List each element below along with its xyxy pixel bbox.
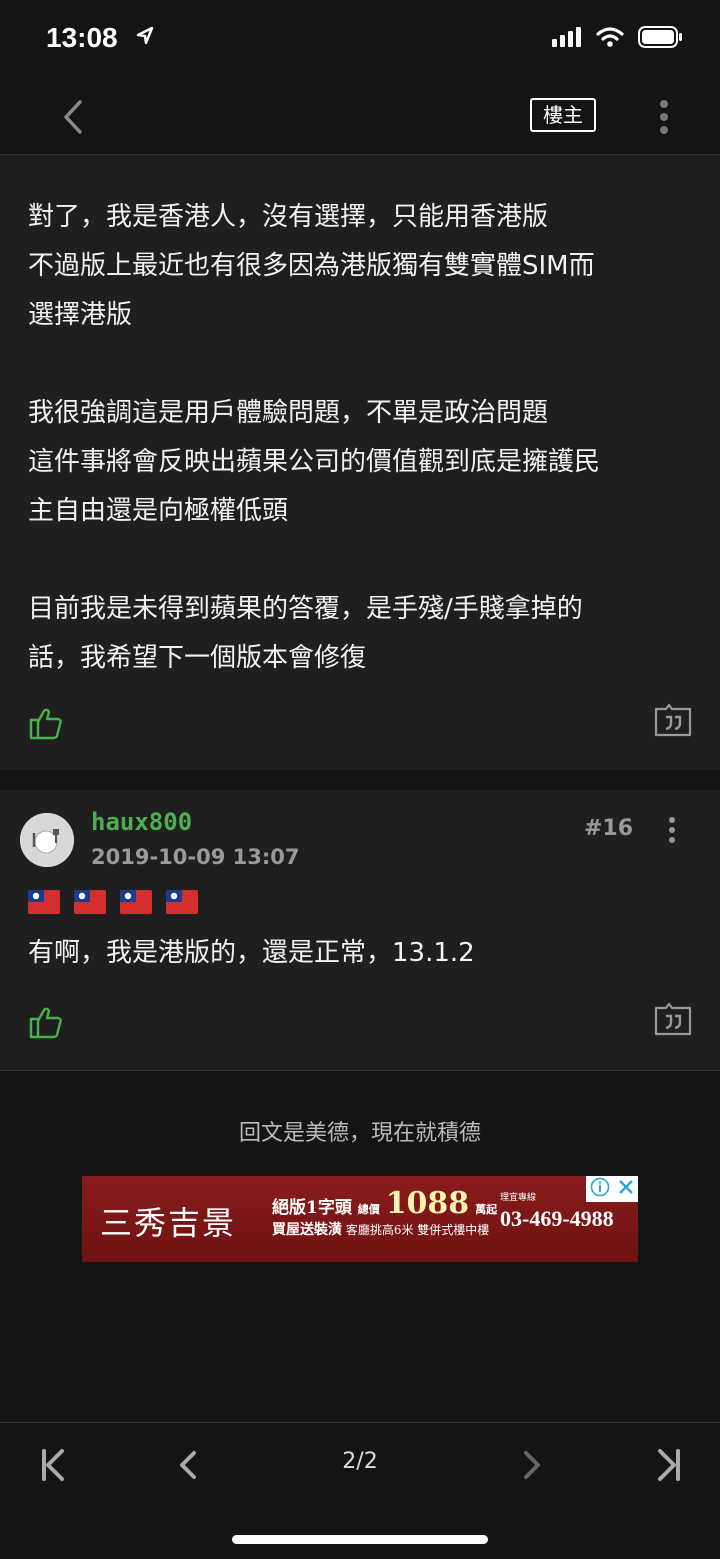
next-page-icon[interactable] [512, 1445, 552, 1485]
back-icon[interactable] [58, 98, 88, 136]
post-line: 這件事將會反映出蘋果公司的價值觀到底是擁護民 [28, 447, 601, 477]
ad-price-label: 總價 [357, 1203, 380, 1216]
taiwan-flag-icon [166, 890, 198, 914]
username[interactable]: haux800 [91, 808, 192, 836]
status-icons [552, 26, 684, 52]
ad-info-icon[interactable] [590, 1177, 610, 1201]
last-page-icon[interactable] [648, 1445, 688, 1485]
ad-small-label: 理宜專線 [500, 1193, 537, 1203]
ad-tagline: 絕版1字頭 [272, 1198, 352, 1218]
taiwan-flag-icon [28, 890, 60, 914]
avatar[interactable] [20, 813, 74, 867]
ad-tagline: 買屋送裝潢 [272, 1222, 342, 1238]
post-date: 2019-10-09 13:07 [91, 845, 300, 869]
post-line: 對了，我是香港人，沒有選擇，只能用香港版 [28, 202, 549, 232]
battery-icon [638, 26, 684, 52]
quote-reply-icon[interactable] [654, 1002, 692, 1036]
taiwan-flag-icon [74, 890, 106, 914]
ad-controls [586, 1176, 638, 1202]
ad-phone: 03-469-4988 [500, 1206, 614, 1231]
ad-subtext: 客廳挑高6米 [345, 1223, 414, 1237]
nav-bar: 樓主 [0, 80, 720, 155]
reply-encourage-text: 回文是美德，現在就積德 [238, 1121, 481, 1146]
post-line: 話，我希望下一個版本會修復 [28, 643, 367, 673]
pagination-bar: 2/2 [0, 1422, 720, 1559]
location-arrow-icon [136, 26, 154, 50]
floor-number: #16 [584, 816, 634, 841]
post-line [28, 340, 698, 389]
first-page-icon[interactable] [34, 1445, 74, 1485]
page-indicator: 2/2 [342, 1449, 378, 1474]
post-line: 目前我是未得到蘋果的答覆，是手殘/手賤拿掉的 [28, 594, 583, 624]
more-options-icon[interactable] [652, 98, 676, 138]
home-indicator[interactable] [232, 1535, 488, 1544]
ad-banner[interactable]: 三秀吉景 絕版1字頭 總價 1088 萬起 買屋送裝潢 客廳挑高6米 雙併式樓中… [82, 1176, 638, 1262]
ad-brand: 三秀吉景 [100, 1204, 237, 1242]
like-thumb-icon[interactable] [28, 1004, 64, 1040]
wifi-icon [596, 27, 624, 51]
post-line: 主自由還是向極權低頭 [28, 496, 289, 526]
flag-emoji-row [28, 890, 198, 914]
ad-subtext: 雙併式樓中樓 [417, 1223, 490, 1237]
post-line: 不過版上最近也有很多因為港版獨有雙實體SIM而 [28, 251, 595, 281]
status-time: 13:08 [46, 22, 118, 53]
like-thumb-icon[interactable] [28, 705, 64, 741]
op-only-button[interactable]: 樓主 [530, 98, 596, 132]
post-body: 對了，我是香港人，沒有選擇，只能用香港版 不過版上最近也有很多因為港版獨有雙實體… [28, 193, 698, 683]
post-line: 選擇港版 [28, 300, 133, 330]
post-divider [0, 770, 720, 790]
post-card: haux800 2019-10-09 13:07 #16 有啊，我是港版的，還是… [0, 790, 720, 1071]
post-line [28, 536, 698, 585]
taiwan-flag-icon [120, 890, 152, 914]
ad-close-icon[interactable] [617, 1178, 635, 1200]
status-bar: 13:08 [0, 0, 720, 80]
signal-icon [552, 27, 582, 51]
post-card: 對了，我是香港人，沒有選擇，只能用香港版 不過版上最近也有很多因為港版獨有雙實體… [0, 155, 720, 770]
more-options-icon[interactable] [662, 816, 682, 846]
ad-price: 1088 [385, 1186, 470, 1221]
post-body: 有啊，我是港版的，還是正常，13.1.2 [28, 938, 475, 968]
prev-page-icon[interactable] [168, 1445, 208, 1485]
ad-copy: 絕版1字頭 總價 1088 萬起 買屋送裝潢 客廳挑高6米 雙併式樓中樓 [272, 1186, 497, 1239]
quote-reply-icon[interactable] [654, 703, 692, 737]
ad-price-unit: 萬起 [475, 1203, 498, 1216]
post-line: 我很強調這是用戶體驗問題，不單是政治問題 [28, 398, 549, 428]
